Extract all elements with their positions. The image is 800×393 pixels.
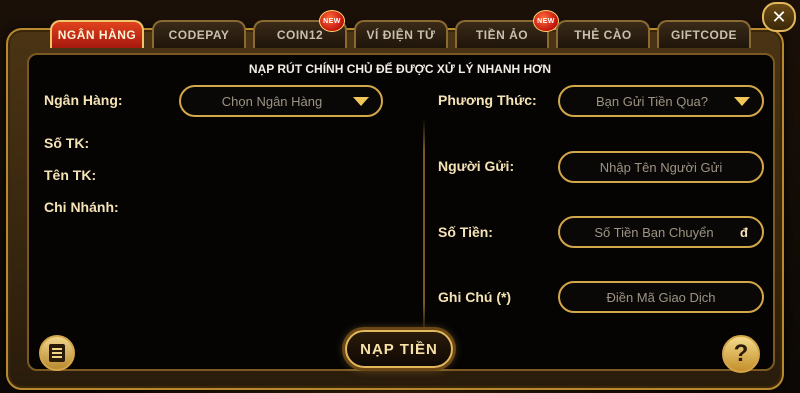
column-divider (423, 118, 425, 336)
tab-label: VÍ ĐIỆN TỬ (366, 28, 436, 42)
close-icon: ✕ (771, 6, 787, 27)
note-label: Ghi Chú (*) (438, 289, 512, 305)
amount-placeholder: Số Tiền Bạn Chuyển (594, 224, 714, 240)
deposit-button[interactable]: NẠP TIỀN (345, 330, 453, 368)
account-number-label: Số TK: (44, 135, 90, 151)
tab-label: CODEPAY (168, 28, 230, 42)
method-label: Phương Thức: (438, 92, 537, 108)
note-placeholder: Điền Mã Giao Dịch (606, 289, 716, 305)
sender-placeholder: Nhập Tên Người Gửi (599, 159, 723, 175)
amount-label: Số Tiền: (438, 224, 493, 240)
tab-giftcode[interactable]: GIFTCODE (657, 20, 751, 48)
caret-down-icon (734, 97, 750, 106)
bank-select-value: Chọn Ngân Hàng (221, 93, 323, 109)
caret-down-icon (353, 97, 369, 106)
history-button[interactable] (39, 335, 75, 371)
currency-symbol: đ (740, 224, 748, 240)
tab-label: COIN12 (276, 28, 324, 42)
branch-label: Chi Nhánh: (44, 199, 119, 215)
close-button[interactable]: ✕ (762, 2, 796, 32)
tab-ngan-hang[interactable]: NGÂN HÀNG (50, 20, 144, 48)
notice-text: NẠP RÚT CHÍNH CHỦ ĐỂ ĐƯỢC XỬ LÝ NHANH HƠ… (248, 62, 552, 76)
tab-tien-ao[interactable]: TIỀN ẢO NEW (455, 10, 559, 48)
method-select[interactable]: Bạn Gửi Tiền Qua? (558, 85, 764, 117)
tab-vi-dien-tu[interactable]: VÍ ĐIỆN TỬ (354, 20, 448, 48)
help-button[interactable]: ? (722, 335, 760, 373)
tab-label: GIFTCODE (671, 28, 737, 42)
method-select-value: Bạn Gửi Tiền Qua? (595, 93, 709, 109)
sender-input[interactable]: Nhập Tên Người Gửi (558, 151, 764, 183)
bank-label: Ngân Hàng: (44, 92, 123, 108)
tab-label: THẺ CÀO (574, 28, 632, 42)
tab-the-cao[interactable]: THẺ CÀO (556, 20, 650, 48)
bank-select[interactable]: Chọn Ngân Hàng (179, 85, 383, 117)
new-badge: NEW (319, 10, 345, 32)
account-name-label: Tên TK: (44, 167, 97, 183)
sender-label: Người Gửi: (438, 158, 515, 174)
question-icon: ? (733, 340, 749, 367)
tab-coin12[interactable]: COIN12 NEW (253, 10, 347, 48)
amount-input[interactable]: Số Tiền Bạn Chuyển đ (558, 216, 764, 248)
tab-codepay[interactable]: CODEPAY (152, 20, 246, 48)
tab-label: NGÂN HÀNG (57, 28, 137, 42)
list-icon (49, 344, 65, 362)
note-input[interactable]: Điền Mã Giao Dịch (558, 281, 764, 313)
tab-label: TIỀN ẢO (475, 28, 529, 42)
